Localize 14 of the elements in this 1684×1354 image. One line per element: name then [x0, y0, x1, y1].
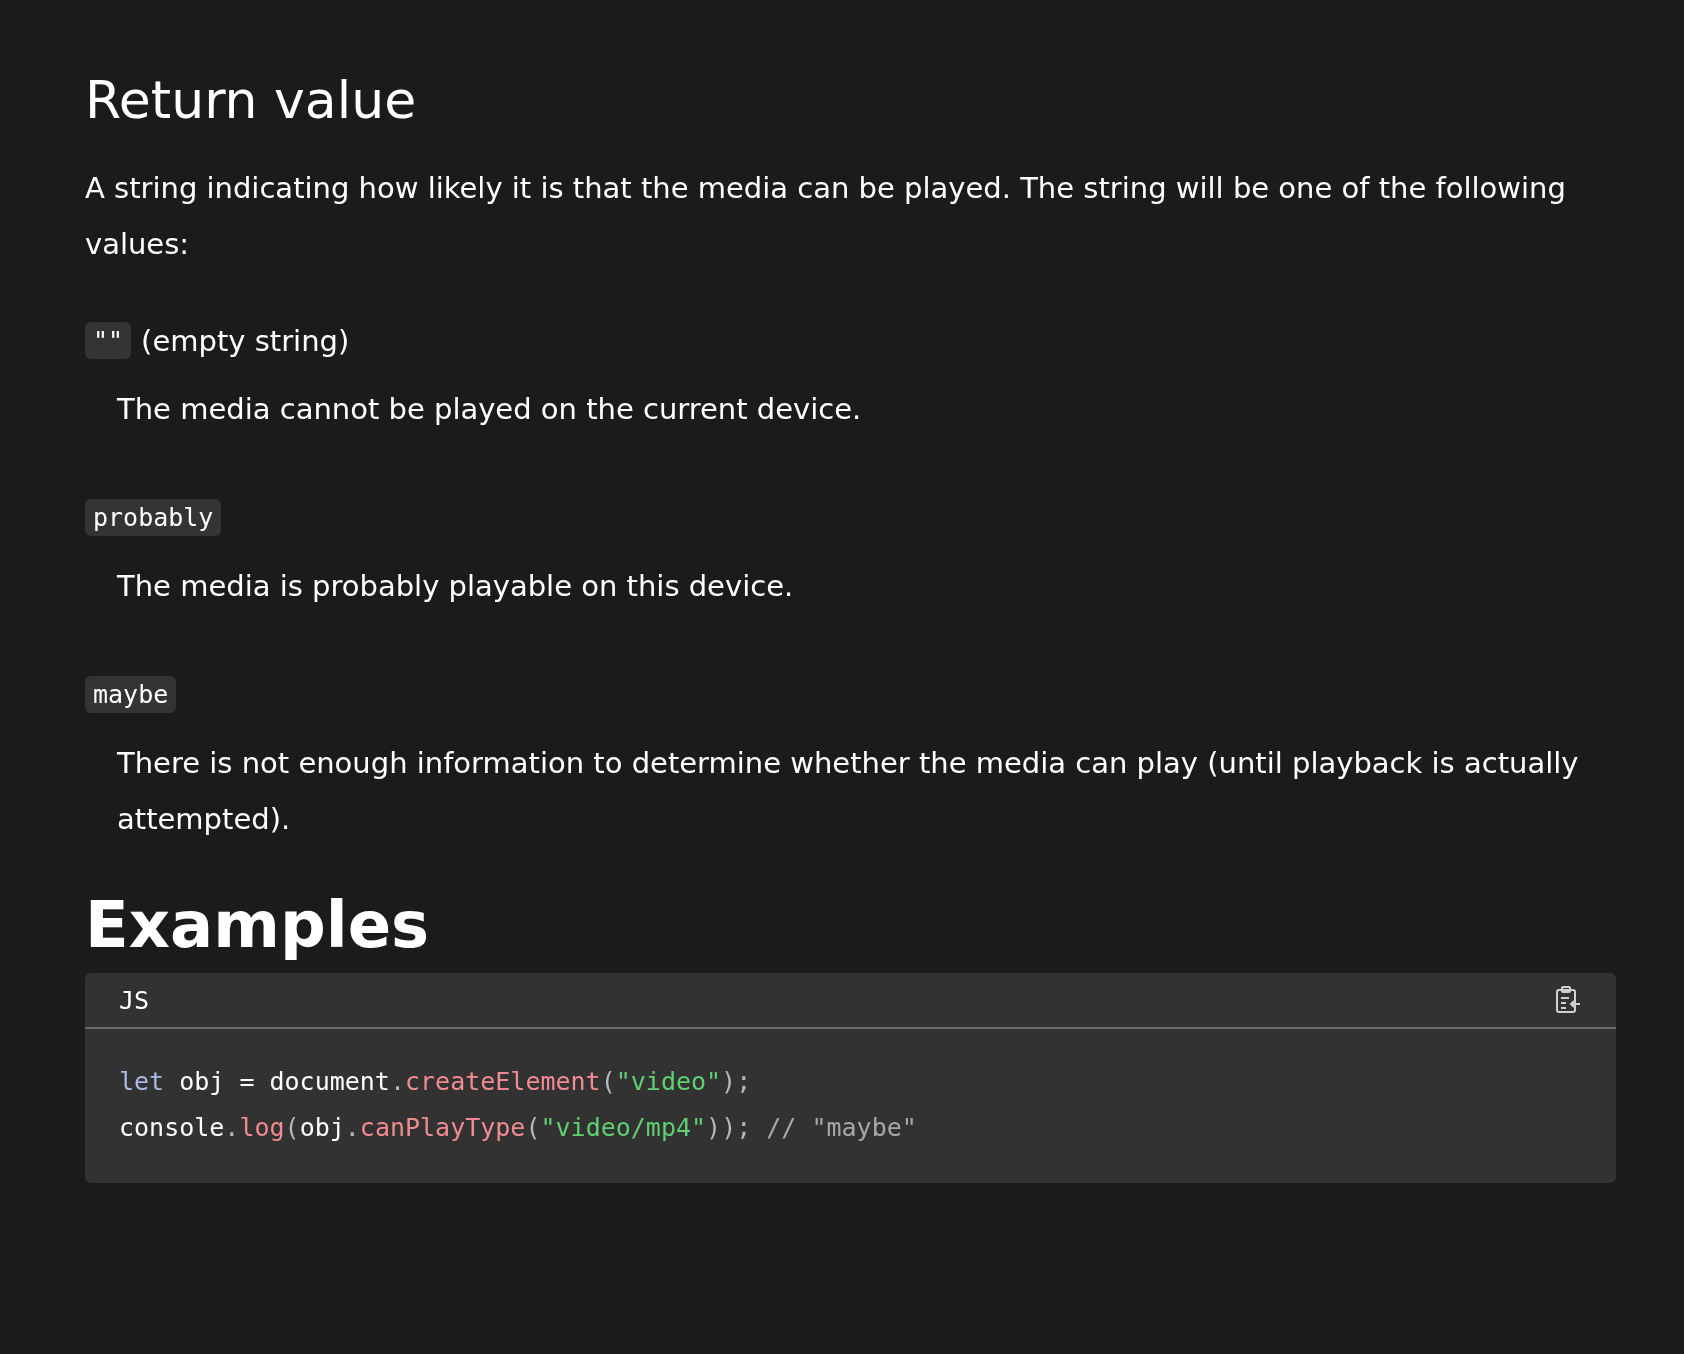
copy-clipboard-icon[interactable] — [1554, 985, 1582, 1015]
intro-paragraph: A string indicating how likely it is that the media can be played. The string will be one of the following values: — [85, 170, 1567, 263]
section-heading: Return value — [85, 69, 418, 132]
code-line: console.log(obj.canPlayType("video/mp4")); // "maybe" — [119, 1112, 917, 1144]
value-term: probably — [85, 499, 222, 536]
code-line: let obj = document.createElement("video"); — [119, 1066, 752, 1098]
value-description: The media cannot be played on the current device. — [117, 391, 863, 428]
value-term: "" — [85, 322, 132, 359]
examples-heading: Examples — [85, 887, 431, 963]
value-description: The media is probably playable on this device. — [117, 568, 795, 605]
term-note: (empty string) — [141, 323, 350, 358]
language-label: JS — [119, 985, 150, 1015]
value-description: There is not enough information to determine whether the media can play (until playback is actually attempted). — [117, 745, 1580, 838]
value-term: maybe — [85, 676, 177, 713]
